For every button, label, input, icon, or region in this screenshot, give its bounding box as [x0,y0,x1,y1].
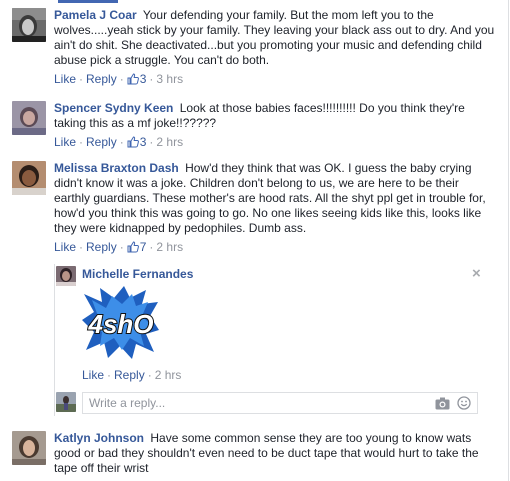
commenter-name[interactable]: Pamela J Coar [54,8,137,22]
like-count[interactable]: 3 [127,135,146,149]
like-link[interactable]: Like [54,135,76,149]
reply-input[interactable] [83,393,419,413]
comment-body: Spencer Sydny Keen Look at those babies … [54,101,496,150]
comment-actions: Like · Reply · 7 · 2 hrs [54,240,184,254]
reply-comment: Michelle Fernandes × 4shO Like · Reply · 2 h… [54,266,498,386]
avatar [56,392,76,412]
commenter-name[interactable]: Melissa Braxton Dash [54,161,179,175]
panel-top-accent [58,0,118,3]
reply-link[interactable]: Reply [86,135,117,149]
thumbs-up-icon [127,136,139,148]
comments-panel: Pamela J Coar Your defending your family… [0,0,510,481]
timestamp[interactable]: 2 hrs [155,368,182,382]
comment-body: Katlyn Johnson Have some common sense th… [54,431,496,476]
sticker-image: 4shO [82,286,160,360]
reply-composer [54,391,498,415]
commenter-name[interactable]: Michelle Fernandes [82,267,193,281]
comment-actions: Like · Reply · 3 · 3 hrs [54,72,184,86]
close-icon[interactable]: × [472,266,481,281]
commenter-name[interactable]: Katlyn Johnson [54,431,144,445]
panel-right-border [508,0,509,481]
thumbs-up-icon [127,241,139,253]
like-count[interactable]: 7 [127,240,146,254]
avatar[interactable] [56,266,76,286]
commenter-name[interactable]: Spencer Sydny Keen [54,101,173,115]
like-link[interactable]: Like [54,240,76,254]
like-count[interactable]: 3 [127,72,146,86]
reply-link[interactable]: Reply [86,72,117,86]
avatar[interactable] [12,431,46,465]
timestamp[interactable]: 2 hrs [156,240,183,254]
reply-input-box[interactable] [82,392,478,414]
avatar[interactable] [12,161,46,195]
comment-actions: Like · Reply · 2 hrs [82,368,182,382]
avatar[interactable] [12,8,46,42]
thumbs-up-icon [127,73,139,85]
sticker-text: 4shO [87,309,153,339]
like-link[interactable]: Like [82,368,104,382]
reply-link[interactable]: Reply [86,240,117,254]
comment-actions: Like · Reply · 3 · 2 hrs [54,135,184,149]
reply-link[interactable]: Reply [114,368,145,382]
comment-body: Melissa Braxton Dash How'd they think th… [54,161,496,255]
timestamp[interactable]: 3 hrs [156,72,183,86]
like-link[interactable]: Like [54,72,76,86]
avatar[interactable] [12,101,46,135]
timestamp[interactable]: 2 hrs [156,135,183,149]
camera-icon[interactable] [435,397,450,410]
smiley-icon[interactable] [457,396,471,410]
comment-body: Pamela J Coar Your defending your family… [54,8,496,87]
